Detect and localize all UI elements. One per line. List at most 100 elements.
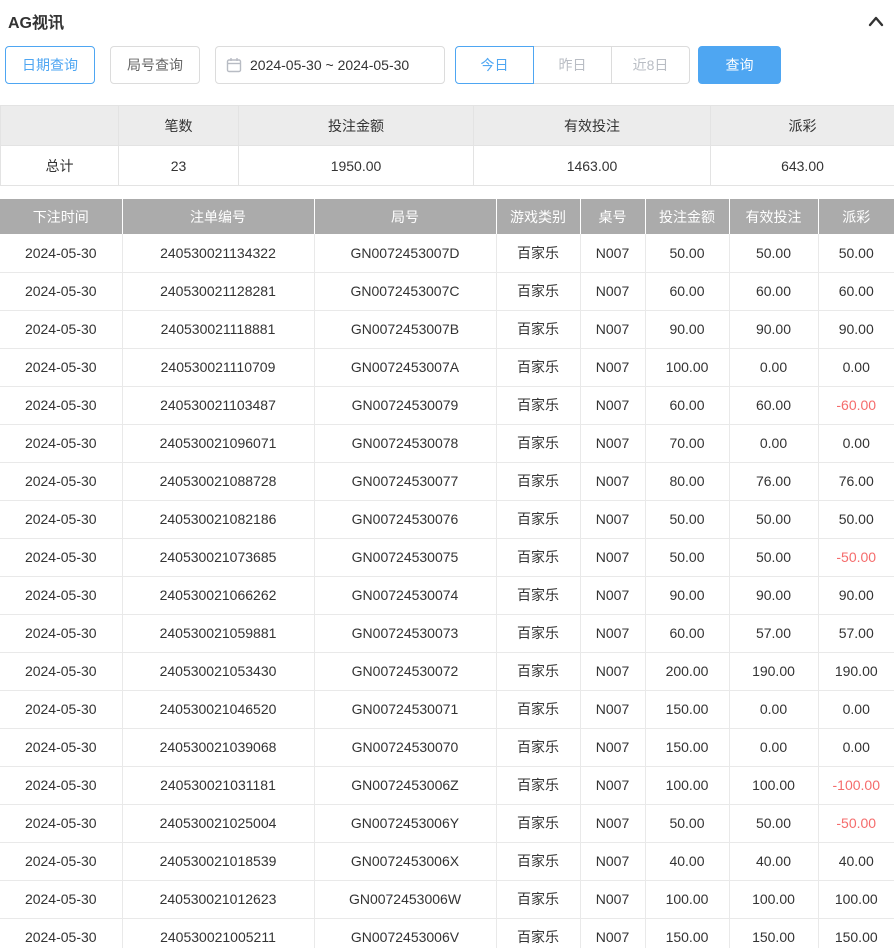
cell-game-type: 百家乐 xyxy=(496,272,580,310)
cell-bet-id: 240530021046520 xyxy=(122,690,314,728)
cell-payout: -60.00 xyxy=(818,386,894,424)
table-row: 2024-05-30 240530021046520 GN00724530071… xyxy=(0,690,894,728)
cell-valid-bet: 57.00 xyxy=(729,614,818,652)
cell-bet-amount: 200.00 xyxy=(645,652,729,690)
cell-bet-time: 2024-05-30 xyxy=(0,842,122,880)
cell-payout: 90.00 xyxy=(818,310,894,348)
quick-range-group: 今日 昨日 近8日 xyxy=(455,46,690,84)
cell-payout: 0.00 xyxy=(818,728,894,766)
cell-bet-amount: 70.00 xyxy=(645,424,729,462)
round-query-tab[interactable]: 局号查询 xyxy=(110,46,200,84)
table-row: 2024-05-30 240530021110709 GN0072453007A… xyxy=(0,348,894,386)
cell-bet-id: 240530021088728 xyxy=(122,462,314,500)
cell-bet-amount: 60.00 xyxy=(645,386,729,424)
cell-round-id: GN00724530070 xyxy=(314,728,496,766)
cell-bet-amount: 150.00 xyxy=(645,728,729,766)
cell-payout: 60.00 xyxy=(818,272,894,310)
cell-bet-id: 240530021066262 xyxy=(122,576,314,614)
date-query-tab[interactable]: 日期查询 xyxy=(5,46,95,84)
search-button[interactable]: 查询 xyxy=(698,46,781,84)
cell-table-no: N007 xyxy=(580,310,645,348)
cell-bet-amount: 90.00 xyxy=(645,576,729,614)
cell-table-no: N007 xyxy=(580,424,645,462)
date-range-picker[interactable]: 2024-05-30 ~ 2024-05-30 xyxy=(215,46,445,84)
cell-bet-id: 240530021118881 xyxy=(122,310,314,348)
cell-game-type: 百家乐 xyxy=(496,576,580,614)
cell-table-no: N007 xyxy=(580,538,645,576)
cell-bet-amount: 100.00 xyxy=(645,348,729,386)
cell-game-type: 百家乐 xyxy=(496,500,580,538)
table-row: 2024-05-30 240530021039068 GN00724530070… xyxy=(0,728,894,766)
cell-valid-bet: 100.00 xyxy=(729,880,818,918)
col-header-payout: 派彩 xyxy=(818,199,894,234)
table-row: 2024-05-30 240530021088728 GN00724530077… xyxy=(0,462,894,500)
cell-bet-time: 2024-05-30 xyxy=(0,880,122,918)
table-row: 2024-05-30 240530021053430 GN00724530072… xyxy=(0,652,894,690)
cell-payout: 0.00 xyxy=(818,348,894,386)
cell-bet-amount: 50.00 xyxy=(645,538,729,576)
cell-bet-amount: 100.00 xyxy=(645,766,729,804)
col-header-bet-amount: 投注金额 xyxy=(645,199,729,234)
cell-bet-time: 2024-05-30 xyxy=(0,424,122,462)
table-row: 2024-05-30 240530021096071 GN00724530078… xyxy=(0,424,894,462)
cell-bet-amount: 150.00 xyxy=(645,690,729,728)
cell-bet-time: 2024-05-30 xyxy=(0,462,122,500)
summary-total-valid-bet: 1463.00 xyxy=(474,146,711,186)
cell-bet-amount: 80.00 xyxy=(645,462,729,500)
cell-valid-bet: 0.00 xyxy=(729,690,818,728)
cell-valid-bet: 60.00 xyxy=(729,386,818,424)
cell-game-type: 百家乐 xyxy=(496,538,580,576)
col-header-bet-time: 下注时间 xyxy=(0,199,122,234)
cell-payout: 50.00 xyxy=(818,234,894,272)
cell-bet-id: 240530021053430 xyxy=(122,652,314,690)
cell-valid-bet: 0.00 xyxy=(729,728,818,766)
cell-bet-amount: 50.00 xyxy=(645,804,729,842)
cell-bet-amount: 50.00 xyxy=(645,234,729,272)
cell-bet-amount: 60.00 xyxy=(645,272,729,310)
cell-table-no: N007 xyxy=(580,500,645,538)
cell-bet-time: 2024-05-30 xyxy=(0,310,122,348)
cell-bet-id: 240530021012623 xyxy=(122,880,314,918)
table-row: 2024-05-30 240530021025004 GN0072453006Y… xyxy=(0,804,894,842)
yesterday-button[interactable]: 昨日 xyxy=(533,46,612,84)
summary-total-row: 总计 23 1950.00 1463.00 643.00 xyxy=(1,146,894,186)
cell-payout: 76.00 xyxy=(818,462,894,500)
cell-payout: 150.00 xyxy=(818,918,894,948)
cell-bet-time: 2024-05-30 xyxy=(0,766,122,804)
col-header-bet-id: 注单编号 xyxy=(122,199,314,234)
collapse-chevron-icon[interactable] xyxy=(868,16,884,27)
cell-valid-bet: 0.00 xyxy=(729,424,818,462)
records-header-row: 下注时间 注单编号 局号 游戏类别 桌号 投注金额 有效投注 派彩 xyxy=(0,199,894,234)
table-row: 2024-05-30 240530021082186 GN00724530076… xyxy=(0,500,894,538)
cell-game-type: 百家乐 xyxy=(496,462,580,500)
cell-payout: 190.00 xyxy=(818,652,894,690)
cell-round-id: GN0072453007C xyxy=(314,272,496,310)
table-row: 2024-05-30 240530021103487 GN00724530079… xyxy=(0,386,894,424)
cell-game-type: 百家乐 xyxy=(496,424,580,462)
cell-valid-bet: 50.00 xyxy=(729,234,818,272)
table-row: 2024-05-30 240530021018539 GN0072453006X… xyxy=(0,842,894,880)
cell-bet-time: 2024-05-30 xyxy=(0,614,122,652)
cell-payout: 50.00 xyxy=(818,500,894,538)
cell-round-id: GN0072453006Y xyxy=(314,804,496,842)
date-range-value: 2024-05-30 ~ 2024-05-30 xyxy=(250,57,409,73)
cell-bet-amount: 60.00 xyxy=(645,614,729,652)
cell-game-type: 百家乐 xyxy=(496,234,580,272)
cell-game-type: 百家乐 xyxy=(496,348,580,386)
last-8-days-button[interactable]: 近8日 xyxy=(611,46,690,84)
cell-table-no: N007 xyxy=(580,386,645,424)
cell-bet-time: 2024-05-30 xyxy=(0,500,122,538)
table-row: 2024-05-30 240530021012623 GN0072453006W… xyxy=(0,880,894,918)
cell-bet-id: 240530021096071 xyxy=(122,424,314,462)
summary-table: 笔数 投注金额 有效投注 派彩 总计 23 1950.00 1463.00 64… xyxy=(0,105,894,186)
cell-game-type: 百家乐 xyxy=(496,386,580,424)
summary-total-label: 总计 xyxy=(1,146,119,186)
cell-table-no: N007 xyxy=(580,348,645,386)
cell-game-type: 百家乐 xyxy=(496,614,580,652)
summary-header-valid-bet: 有效投注 xyxy=(474,106,711,146)
today-button[interactable]: 今日 xyxy=(455,46,534,84)
cell-bet-id: 240530021082186 xyxy=(122,500,314,538)
cell-round-id: GN00724530075 xyxy=(314,538,496,576)
filter-bar: 日期查询 局号查询 2024-05-30 ~ 2024-05-30 今日 昨日 … xyxy=(5,46,894,84)
cell-game-type: 百家乐 xyxy=(496,842,580,880)
